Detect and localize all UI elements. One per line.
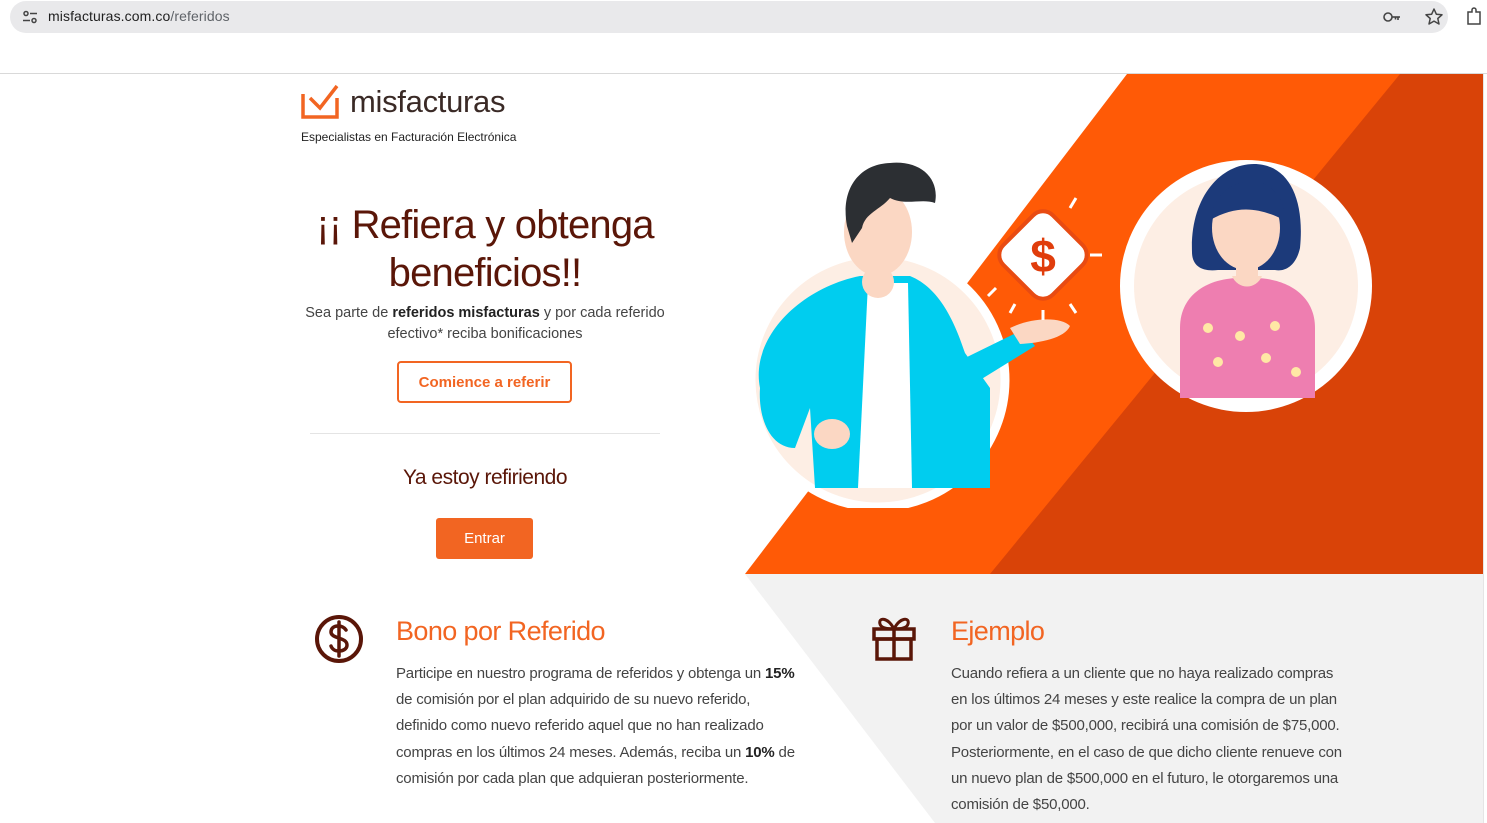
hero-description: Sea parte de referidos misfacturas y por… <box>300 303 670 345</box>
referral-illustration: $ <box>746 160 1372 508</box>
feature-example-text: Cuando refiera a un cliente que no haya … <box>951 665 1342 814</box>
divider <box>310 433 660 434</box>
feature-example-title: Ejemplo <box>951 616 1045 646</box>
desc-bold: referidos misfacturas <box>392 305 540 321</box>
feature-bonus-text: Participe en nuestro programa de referid… <box>396 661 796 792</box>
bonus-text-1: Participe en nuestro programa de referid… <box>396 665 766 682</box>
browser-chrome: misfacturas.com.co/referidos <box>0 0 1487 74</box>
star-icon[interactable] <box>1424 7 1444 27</box>
woman-shirt <box>1180 278 1315 398</box>
extensions-icon[interactable] <box>1464 6 1484 26</box>
brand-tagline: Especialistas en Facturación Electrónica <box>301 130 517 144</box>
dollar-sign: $ <box>1030 230 1056 282</box>
bonus-percent-2: 10% <box>745 743 775 761</box>
already-referring-label: Ya estoy refiriendo <box>402 466 568 489</box>
man-hand <box>1010 319 1070 344</box>
tune-icon[interactable] <box>22 9 38 25</box>
url-text[interactable]: misfacturas.com.co/referidos <box>48 8 230 24</box>
bonus-text-2: de comisión por el plan adquirido de su … <box>396 691 764 761</box>
page-title: ¡¡ Refiera y obtenga beneficios!! <box>285 201 685 297</box>
enter-button[interactable]: Entrar <box>436 518 533 559</box>
start-referring-button[interactable]: Comience a referir <box>397 361 572 403</box>
key-icon[interactable] <box>1382 8 1402 26</box>
url-path: /referidos <box>170 8 230 24</box>
page-content: misfacturas Especialistas en Facturación… <box>0 74 1483 823</box>
address-bar[interactable]: misfacturas.com.co/referidos <box>10 1 1448 33</box>
gift-icon <box>872 617 916 661</box>
feature-bonus-title: Bono por Referido <box>396 616 606 646</box>
title-line-1: ¡¡ Refiera y obtenga <box>316 203 654 247</box>
logo-icon <box>301 84 339 119</box>
url-domain: misfacturas.com.co <box>48 8 171 24</box>
title-line-2: beneficios!! <box>388 251 583 295</box>
man-hand-left <box>814 419 850 449</box>
desc-prefix: Sea parte de <box>305 305 393 321</box>
bonus-percent-1: 15% <box>765 665 795 682</box>
brand-name: misfacturas <box>350 84 506 119</box>
scrollbar[interactable] <box>1483 74 1487 823</box>
dollar-circle-icon <box>315 615 363 663</box>
